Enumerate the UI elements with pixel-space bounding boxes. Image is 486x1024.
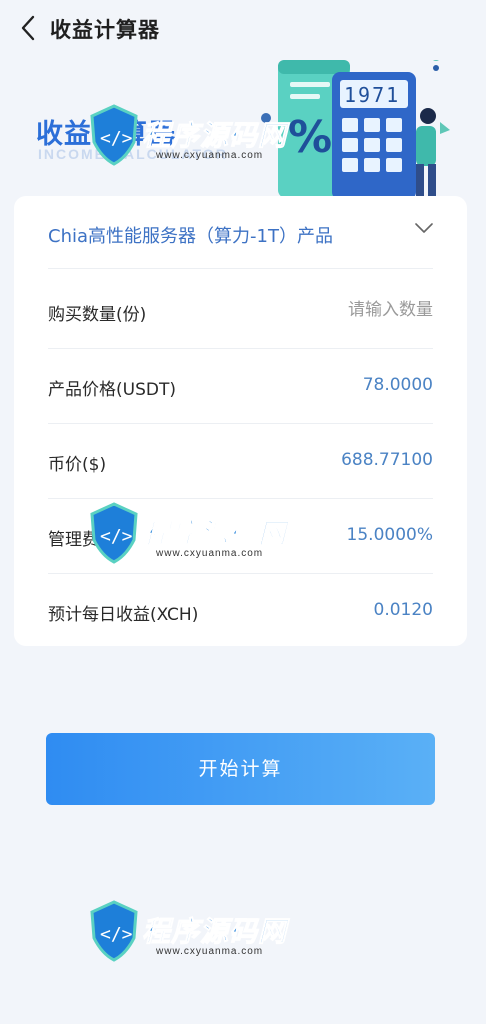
calculator-illustration: % 1971 xyxy=(261,60,450,200)
management-fee-value: 15.0000% xyxy=(346,525,433,545)
page-title: 收益计算器 xyxy=(50,18,160,42)
percent-symbol: % xyxy=(288,112,332,163)
coin-price-row: 币价($) 688.77100 xyxy=(14,423,467,498)
product-price-value: 78.0000 xyxy=(362,375,433,395)
header-bar: 收益计算器 xyxy=(0,0,486,60)
management-fee-label: 管理费(%) xyxy=(48,530,129,550)
watermark-text: 程序源码网 xyxy=(141,915,288,949)
daily-income-row: 预计每日收益(XCH) 0.0120 xyxy=(14,573,467,648)
chevron-down-icon xyxy=(415,223,433,233)
quantity-input[interactable] xyxy=(233,295,433,325)
start-calculate-button[interactable]: 开始计算 xyxy=(46,733,435,805)
calculator-card: Chia高性能服务器（算力-1T）产品 购买数量(份) 产品价格(USDT) 7… xyxy=(14,196,467,646)
shield-logo-icon: </> xyxy=(90,900,138,962)
product-price-row: 产品价格(USDT) 78.0000 xyxy=(14,348,467,423)
watermark: </> 程序源码网 www.cxyuanma.com xyxy=(86,888,296,988)
management-fee-row: 管理费(%) 15.0000% xyxy=(14,498,467,573)
daily-income-label: 预计每日收益(XCH) xyxy=(48,605,199,625)
coin-price-label: 币价($) xyxy=(48,455,107,475)
banner: 收益计算器 INCOME CALCULATOR % 1971 xyxy=(0,60,486,200)
divider xyxy=(48,268,433,269)
quantity-label: 购买数量(份) xyxy=(48,305,147,325)
svg-text:</>: </> xyxy=(100,924,133,945)
product-label: Chia高性能服务器（算力-1T）产品 xyxy=(48,226,333,247)
quantity-row: 购买数量(份) xyxy=(14,273,467,348)
back-button[interactable] xyxy=(14,12,44,44)
calculator-display: 1971 xyxy=(344,83,400,107)
product-select[interactable]: Chia高性能服务器（算力-1T）产品 xyxy=(14,196,467,268)
chevron-left-icon xyxy=(21,15,35,41)
product-price-label: 产品价格(USDT) xyxy=(48,380,176,400)
coin-price-value: 688.77100 xyxy=(341,450,433,470)
daily-income-value: 0.0120 xyxy=(373,600,433,620)
banner-subtitle: INCOME CALCULATOR xyxy=(38,146,228,162)
watermark-url: www.cxyuanma.com xyxy=(156,946,264,957)
